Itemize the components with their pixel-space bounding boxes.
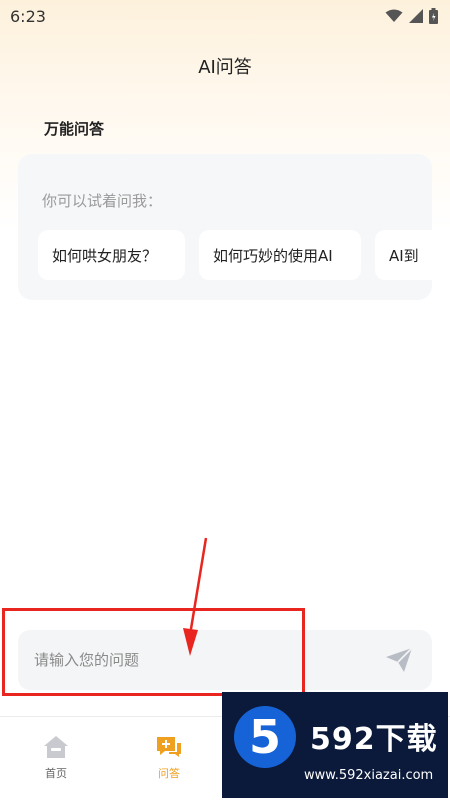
suggestion-chip[interactable]: 如何巧妙的使用AI [199,230,361,280]
watermark-overlay: 5 592下载 www.592xiazai.com [222,692,448,798]
watermark-brand: 592下载 [310,722,438,757]
suggestion-hint: 你可以试着问我： [42,192,163,210]
status-time: 6:23 [10,6,46,26]
wifi-icon [385,9,403,22]
status-bar: 6:23 [0,0,450,32]
status-icons [385,8,438,24]
send-icon [386,647,413,672]
suggestion-chip-list[interactable]: 如何哄女朋友？ 如何巧妙的使用AI AI到 [38,230,432,280]
page-title: AI问答 [198,57,252,78]
nav-item-qa[interactable]: 问答 [139,735,199,781]
watermark-logo: 5 [234,706,296,768]
battery-icon [429,8,438,24]
home-icon [44,736,68,758]
suggestion-chip[interactable]: AI到 [375,230,432,280]
nav-item-home[interactable]: 首页 [26,735,86,781]
watermark-url: www.592xiazai.com [304,768,434,783]
send-button[interactable] [384,645,414,675]
nav-label-qa: 问答 [158,767,180,780]
chat-plus-icon [157,737,181,757]
annotation-highlight-box [2,608,305,696]
suggestion-chip[interactable]: 如何哄女朋友？ [38,230,185,280]
nav-label-home: 首页 [45,767,67,780]
app-header: AI问答 [0,48,450,84]
suggestion-card: 你可以试着问我： 如何哄女朋友？ 如何巧妙的使用AI AI到 [18,154,432,300]
signal-icon [409,9,423,23]
watermark-logo-digit: 5 [248,710,281,764]
section-title: 万能问答 [44,120,105,138]
